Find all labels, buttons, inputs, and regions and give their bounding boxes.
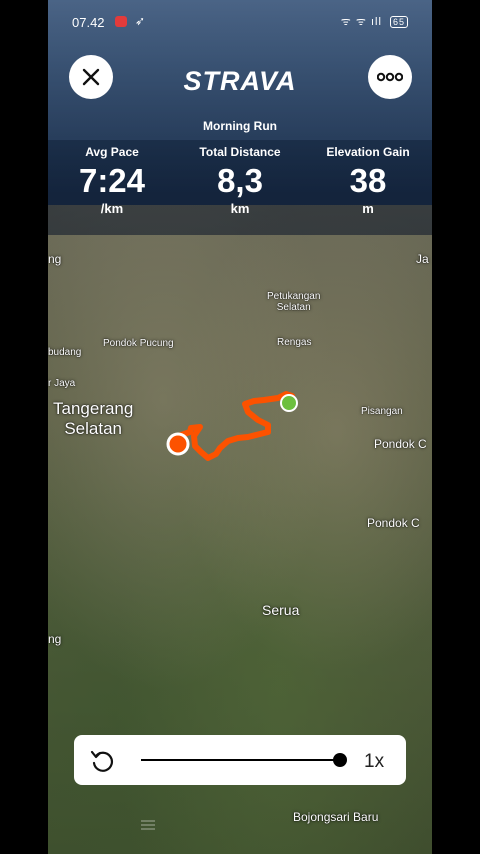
playback-slider-thumb[interactable]	[333, 753, 347, 767]
stat-value: 7:24	[78, 162, 146, 199]
menu-icon	[141, 820, 155, 830]
playback-slider-track[interactable]	[141, 759, 341, 761]
stat-unit: /km	[100, 201, 124, 216]
map-label-pondok-pucung: Pondok Pucung	[103, 338, 174, 349]
map-label-pondok-c-1: Pondok C	[374, 437, 427, 451]
stat-value: 8,3	[217, 162, 263, 199]
map-label-ng-bottom: ng	[48, 632, 62, 646]
map-label-petukangan-selatan: Petukangan Selatan	[267, 291, 321, 313]
playback-bar: 1x	[74, 735, 406, 785]
map-label-r-jaya: r Jaya	[48, 378, 76, 389]
map-screen: ng Ja Petukangan Selatan Pondok Pucung R…	[48, 0, 432, 854]
stat-value: 38	[349, 162, 387, 199]
map-label-ja: Ja	[416, 252, 429, 266]
map-label-ng-top: ng	[48, 252, 62, 266]
status-bar: 07.42 ➶ ᯤ ᯤ ıll 65	[48, 0, 432, 44]
status-right: ᯤ ᯤ ıll 65	[341, 14, 408, 29]
status-time: 07.42	[72, 15, 105, 30]
map-label-serua: Serua	[262, 602, 300, 618]
stat-label: Elevation Gain	[326, 145, 410, 159]
route-start-marker	[280, 394, 298, 412]
stat-unit: m	[362, 201, 374, 216]
signal-icons: ᯤ ᯤ ıll	[340, 16, 382, 28]
stat-label: Avg Pace	[85, 145, 139, 159]
stat-unit: km	[230, 201, 250, 216]
route-path	[175, 391, 295, 461]
battery-icon: 65	[389, 16, 408, 28]
screen-record-icon	[115, 16, 127, 27]
playback-speed-button[interactable]: 1x	[364, 751, 384, 773]
map-label-pisangan: Pisangan	[361, 406, 403, 417]
more-icon	[377, 72, 403, 82]
map-label-tangerang-selatan: Tangerang Selatan	[53, 399, 134, 438]
stat-elevation-gain: Elevation Gain 38 m	[304, 145, 432, 216]
map-label-pondok-c-2: Pondok C	[367, 516, 420, 530]
map-label-budang: budang	[48, 347, 82, 358]
map-label-rengas: Rengas	[277, 337, 312, 348]
location-arrow-icon: ➶	[135, 14, 146, 28]
more-options-button[interactable]	[368, 55, 412, 99]
stats-row: Avg Pace 7:24 /km Total Distance 8,3 km …	[48, 145, 432, 216]
stat-avg-pace: Avg Pace 7:24 /km	[48, 145, 176, 216]
stat-label: Total Distance	[199, 145, 281, 159]
map-label-bojongsari-baru: Bojongsari Baru	[293, 810, 379, 824]
replay-icon[interactable]	[88, 747, 116, 775]
route-end-marker	[166, 432, 190, 456]
stat-total-distance: Total Distance 8,3 km	[176, 145, 304, 216]
activity-title: Morning Run	[203, 119, 277, 133]
